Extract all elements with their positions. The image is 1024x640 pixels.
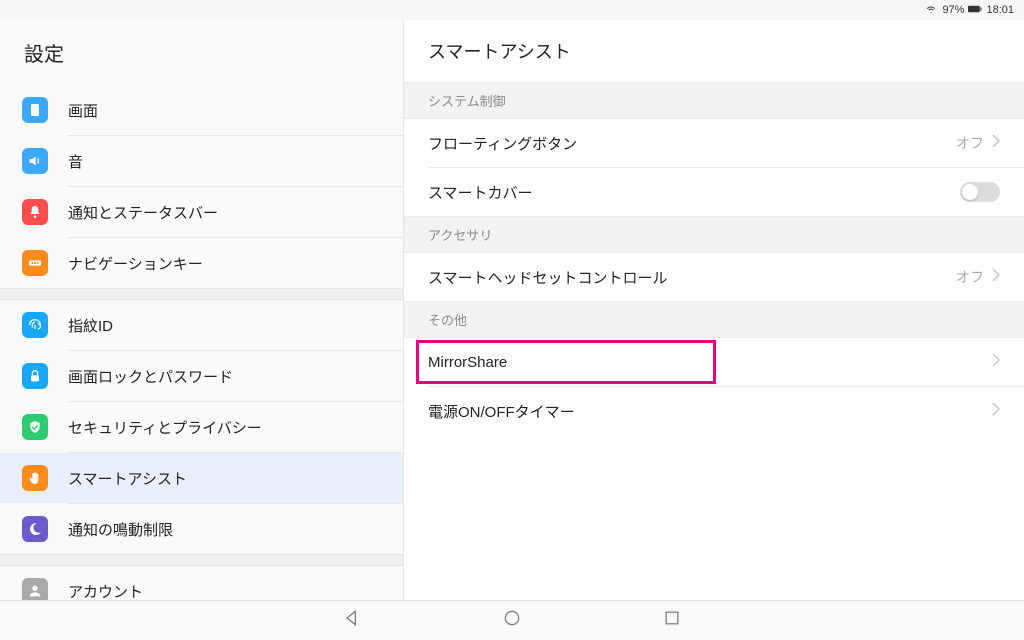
sidebar-item-sound[interactable]: 音 xyxy=(0,136,403,186)
settings-row[interactable]: MirrorShare xyxy=(404,338,1024,386)
sidebar-item-label: アカウント xyxy=(68,581,403,601)
sidebar-item-moon[interactable]: 通知の鳴動制限 xyxy=(0,504,403,554)
nav-back-button[interactable] xyxy=(342,608,362,633)
sidebar-item-label: スマートアシスト xyxy=(68,468,403,489)
sidebar-item-lock[interactable]: 画面ロックとパスワード xyxy=(0,351,403,401)
sidebar-item-label: 指紋ID xyxy=(68,315,403,336)
chevron-right-icon xyxy=(992,402,1000,421)
row-label: MirrorShare xyxy=(428,354,992,371)
main-panel: スマートアシスト システム制御フローティングボタンオフスマートカバーアクセサリス… xyxy=(404,20,1024,600)
sidebar-item-label: 音 xyxy=(68,151,403,172)
sidebar-item-label: 画面ロックとパスワード xyxy=(68,366,403,387)
section-header: システム制御 xyxy=(404,82,1024,119)
sidebar-item-user[interactable]: アカウント xyxy=(0,566,403,600)
row-label: スマートカバー xyxy=(428,182,960,203)
section-header: アクセサリ xyxy=(404,216,1024,253)
moon-icon xyxy=(22,516,48,542)
sidebar-item-label: 通知とステータスバー xyxy=(68,202,403,223)
sidebar-item-bell[interactable]: 通知とステータスバー xyxy=(0,187,403,237)
sidebar-item-label: 画面 xyxy=(68,100,403,121)
sidebar-item-hand[interactable]: スマートアシスト xyxy=(0,453,403,503)
main-title: スマートアシスト xyxy=(404,20,1024,82)
toggle-switch[interactable] xyxy=(960,182,1000,202)
nav-bar xyxy=(0,600,1024,640)
lock-icon xyxy=(22,363,48,389)
row-value: オフ xyxy=(956,267,984,287)
sound-icon xyxy=(22,148,48,174)
sidebar-item-label: ナビゲーションキー xyxy=(68,253,403,274)
nav-recent-button[interactable] xyxy=(662,608,682,633)
chevron-right-icon xyxy=(992,268,1000,287)
sidebar-title: 設定 xyxy=(0,20,403,85)
row-value: オフ xyxy=(956,133,984,153)
row-label: 電源ON/OFFタイマー xyxy=(428,401,992,422)
chevron-right-icon xyxy=(992,353,1000,372)
section-header: その他 xyxy=(404,301,1024,338)
sidebar-item-nav[interactable]: ナビゲーションキー xyxy=(0,238,403,288)
sidebar-item-shield[interactable]: セキュリティとプライバシー xyxy=(0,402,403,452)
settings-row[interactable]: スマートヘッドセットコントロールオフ xyxy=(404,253,1024,301)
nav-icon xyxy=(22,250,48,276)
display-icon xyxy=(22,97,48,123)
battery-percent: 97% xyxy=(942,4,964,16)
clock: 18:01 xyxy=(986,4,1014,16)
user-icon xyxy=(22,578,48,600)
nav-home-button[interactable] xyxy=(502,608,522,633)
sidebar-item-label: セキュリティとプライバシー xyxy=(68,417,403,438)
settings-row[interactable]: フローティングボタンオフ xyxy=(404,119,1024,167)
settings-row[interactable]: 電源ON/OFFタイマー xyxy=(404,387,1024,435)
bell-icon xyxy=(22,199,48,225)
sidebar-item-display[interactable]: 画面 xyxy=(0,85,403,135)
row-label: スマートヘッドセットコントロール xyxy=(428,267,956,288)
settings-row[interactable]: スマートカバー xyxy=(404,168,1024,216)
fingerprint-icon xyxy=(22,312,48,338)
shield-icon xyxy=(22,414,48,440)
battery-icon xyxy=(968,3,982,18)
hand-icon xyxy=(22,465,48,491)
wifi-icon xyxy=(924,3,938,18)
status-bar: 97% 18:01 xyxy=(0,0,1024,20)
chevron-right-icon xyxy=(992,134,1000,153)
settings-sidebar: 設定 画面音通知とステータスバーナビゲーションキー指紋ID 画面ロックとパスワード… xyxy=(0,20,404,600)
row-label: フローティングボタン xyxy=(428,133,956,154)
sidebar-item-label: 通知の鳴動制限 xyxy=(68,519,403,540)
sidebar-item-fingerprint[interactable]: 指紋ID xyxy=(0,300,403,350)
